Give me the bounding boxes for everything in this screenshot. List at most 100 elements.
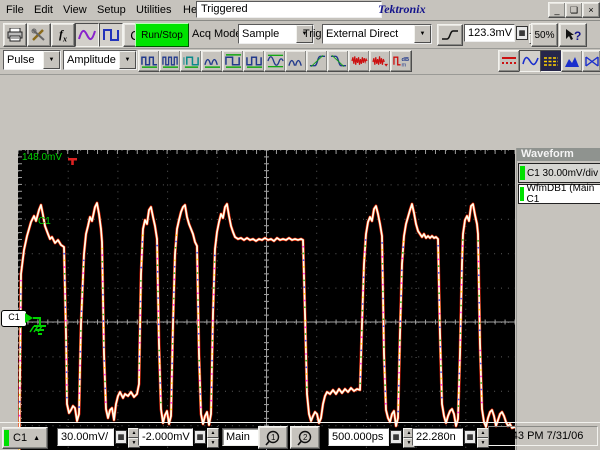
magnifier-2-icon: 2 xyxy=(297,430,312,446)
printer-icon xyxy=(7,28,23,42)
measure-amplitude-button[interactable] xyxy=(201,50,223,72)
measure-category-select[interactable]: Pulse ▼ xyxy=(3,50,61,70)
horizontal-position-field[interactable]: 22.280n ▦ ▲ ▼ xyxy=(412,427,489,448)
cursor-lines-icon xyxy=(502,57,516,64)
chevron-down-icon[interactable]: ▼ xyxy=(414,25,431,43)
waveform-panel-header: Waveform xyxy=(517,148,600,161)
eye-mask-icon xyxy=(584,55,599,67)
measure-frequency-button[interactable] xyxy=(159,50,181,72)
database-color-swatch xyxy=(520,187,525,201)
measure-burst-button[interactable] xyxy=(264,50,286,72)
close-button[interactable]: × xyxy=(582,2,600,18)
minimize-button[interactable]: _ xyxy=(548,2,566,18)
jitter-icon xyxy=(371,56,388,67)
channel-select-button[interactable]: C1 ▲ xyxy=(2,427,48,449)
measure-width-button[interactable] xyxy=(180,50,202,72)
keypad-icon[interactable]: ▦ xyxy=(464,430,476,444)
keypad-icon[interactable]: ▦ xyxy=(115,430,127,444)
chevron-down-icon[interactable]: ▼ xyxy=(119,51,136,69)
vertical-position-spinner[interactable]: ▲ ▼ xyxy=(207,428,219,448)
cycle-amplitude-icon xyxy=(287,59,302,66)
channel-label: C1 xyxy=(38,216,51,227)
database-view-button[interactable] xyxy=(540,50,562,72)
ground-reference-icon xyxy=(25,313,46,335)
timebase-mode-field[interactable]: Main xyxy=(222,428,259,446)
tools-button[interactable] xyxy=(27,23,51,47)
pulse-icon xyxy=(103,29,119,41)
trig-source-select[interactable]: External Direct ▼ xyxy=(322,24,432,44)
svg-text:m: m xyxy=(401,63,406,69)
channel-color-swatch xyxy=(520,166,525,180)
waveform-entry-wfmdb1[interactable]: WfmDB1 (Main C1 xyxy=(518,183,600,205)
histogram-view-button[interactable] xyxy=(561,50,583,72)
keypad-icon[interactable]: ▦ xyxy=(516,26,528,40)
frequency-icon xyxy=(161,56,178,68)
menu-utilities[interactable]: Utilities xyxy=(134,3,173,17)
zoom-2-button[interactable]: 2 xyxy=(290,426,320,449)
measure-cycle-button[interactable] xyxy=(285,50,307,72)
eye-diagram-button[interactable] xyxy=(582,50,600,72)
vertical-position-field[interactable]: -2.000mV ▦ ▲ ▼ xyxy=(138,427,219,448)
oscilloscope-window: File Edit View Setup Utilities Help Trig… xyxy=(0,0,600,450)
zoom-1-button[interactable]: 1 xyxy=(258,426,288,449)
trig-label: Trig xyxy=(303,28,322,40)
waveform-display-button[interactable] xyxy=(75,23,99,47)
hammer-wrench-icon xyxy=(31,28,45,41)
waveform-entry-c1[interactable]: C1 30.00mV/div xyxy=(518,163,600,183)
keypad-icon[interactable]: ▦ xyxy=(390,430,402,444)
vertical-scale-field[interactable]: 30.00mV/ ▦ ▲ ▼ xyxy=(57,427,140,448)
chevron-up-icon: ▲ xyxy=(33,434,40,442)
menu-view[interactable]: View xyxy=(61,3,89,17)
trigger-slope-button[interactable] xyxy=(437,24,463,46)
tektronix-logo: Tektronix xyxy=(378,2,426,16)
fall-time-icon xyxy=(330,54,346,68)
measure-period-button[interactable] xyxy=(138,50,160,72)
measure-type-select[interactable]: Amplitude ▼ xyxy=(63,50,137,70)
context-help-button[interactable]: ? xyxy=(559,23,587,47)
measure-fall-time-button[interactable] xyxy=(327,50,349,72)
svg-text:2: 2 xyxy=(303,433,308,442)
math-button[interactable]: fx xyxy=(51,23,75,47)
rising-edge-icon xyxy=(442,30,458,40)
measure-jitter-button[interactable] xyxy=(369,50,391,72)
measure-high-button[interactable] xyxy=(222,50,244,72)
measure-rise-time-button[interactable] xyxy=(306,50,328,72)
period-icon xyxy=(140,56,157,68)
magnifier-1-icon: 1 xyxy=(265,430,280,446)
pulse-display-button[interactable] xyxy=(99,23,123,47)
datetime-display: 4:43 PM 7/31/06 xyxy=(488,426,598,446)
menu-setup[interactable]: Setup xyxy=(95,3,128,17)
sine-wave-icon xyxy=(78,29,96,41)
fx-icon: fx xyxy=(59,26,67,44)
keypad-icon[interactable]: ▦ xyxy=(194,430,206,444)
restore-button[interactable]: ❏ xyxy=(565,2,583,18)
measure-noise-button[interactable] xyxy=(348,50,370,72)
channel-color-swatch xyxy=(4,430,9,446)
main-toolbar: fx C Run/Stop Acq Mode Sample ▼ Trig Ext… xyxy=(0,20,600,49)
acq-mode-label: Acq Mode xyxy=(192,28,242,40)
histogram-icon xyxy=(565,56,579,67)
main-area: 148.0mV C1 -152.0mV 500.0ps/div C1 Wavef… xyxy=(0,74,600,450)
top-voltage-label: 148.0mV xyxy=(22,152,63,163)
noise-icon xyxy=(350,56,368,65)
set-50pct-button[interactable]: 50% xyxy=(531,23,558,47)
waveform-view-button[interactable] xyxy=(519,50,541,72)
grid-icon xyxy=(544,56,558,66)
scope-display[interactable]: 148.0mV C1 -152.0mV 500.0ps/div xyxy=(18,150,515,450)
menu-edit[interactable]: Edit xyxy=(32,3,55,17)
measure-low-button[interactable] xyxy=(243,50,265,72)
waveform-graticule xyxy=(18,150,515,450)
svg-text:1: 1 xyxy=(271,433,276,442)
svg-text:?: ? xyxy=(574,29,581,43)
rise-time-icon xyxy=(309,54,325,68)
horizontal-scale-field[interactable]: 500.000ps ▦ ▲ ▼ xyxy=(328,427,415,448)
print-button[interactable] xyxy=(3,23,27,47)
measure-db-button[interactable]: dB m xyxy=(390,50,412,72)
help-cursor-icon: ? xyxy=(566,28,581,43)
trigger-level-field[interactable]: 123.3mV ▦ ▲▼ xyxy=(464,23,541,44)
run-stop-button[interactable]: Run/Stop xyxy=(135,23,189,47)
measurement-toolbar: Pulse ▼ Amplitude ▼ dB m xyxy=(0,48,600,75)
menu-file[interactable]: File xyxy=(4,3,26,17)
chevron-down-icon[interactable]: ▼ xyxy=(43,51,60,69)
cursor-mode-button[interactable] xyxy=(498,50,520,72)
